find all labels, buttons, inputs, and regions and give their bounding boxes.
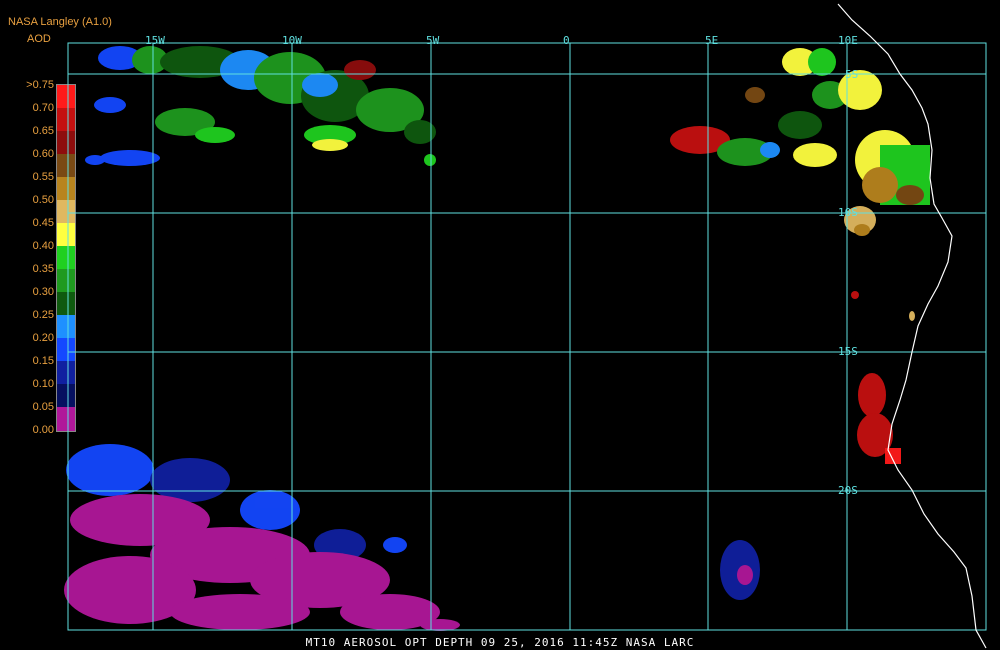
lon-label: 0 (563, 34, 570, 47)
aerosol-overlay (64, 46, 930, 631)
image-caption: MT10 AEROSOL OPT DEPTH 09 25, 2016 11:45… (305, 636, 695, 649)
lon-label: 10W (282, 34, 302, 47)
lon-label: 5W (426, 34, 440, 47)
lon-label: 10E (838, 34, 858, 47)
lon-label: 5E (705, 34, 718, 47)
lon-label: 15W (145, 34, 165, 47)
longitude-labels: 15W 10W 5W 0 5E 10E (145, 34, 858, 47)
lat-label: 5S (845, 68, 858, 81)
lat-label: 20S (838, 484, 858, 497)
lat-label: 10S (838, 206, 858, 219)
aerosol-map: 15W 10W 5W 0 5E 10E 5S 10S 15S 20S (64, 3, 987, 649)
lat-label: 15S (838, 345, 858, 358)
latitude-labels: 5S 10S 15S 20S (838, 68, 858, 497)
